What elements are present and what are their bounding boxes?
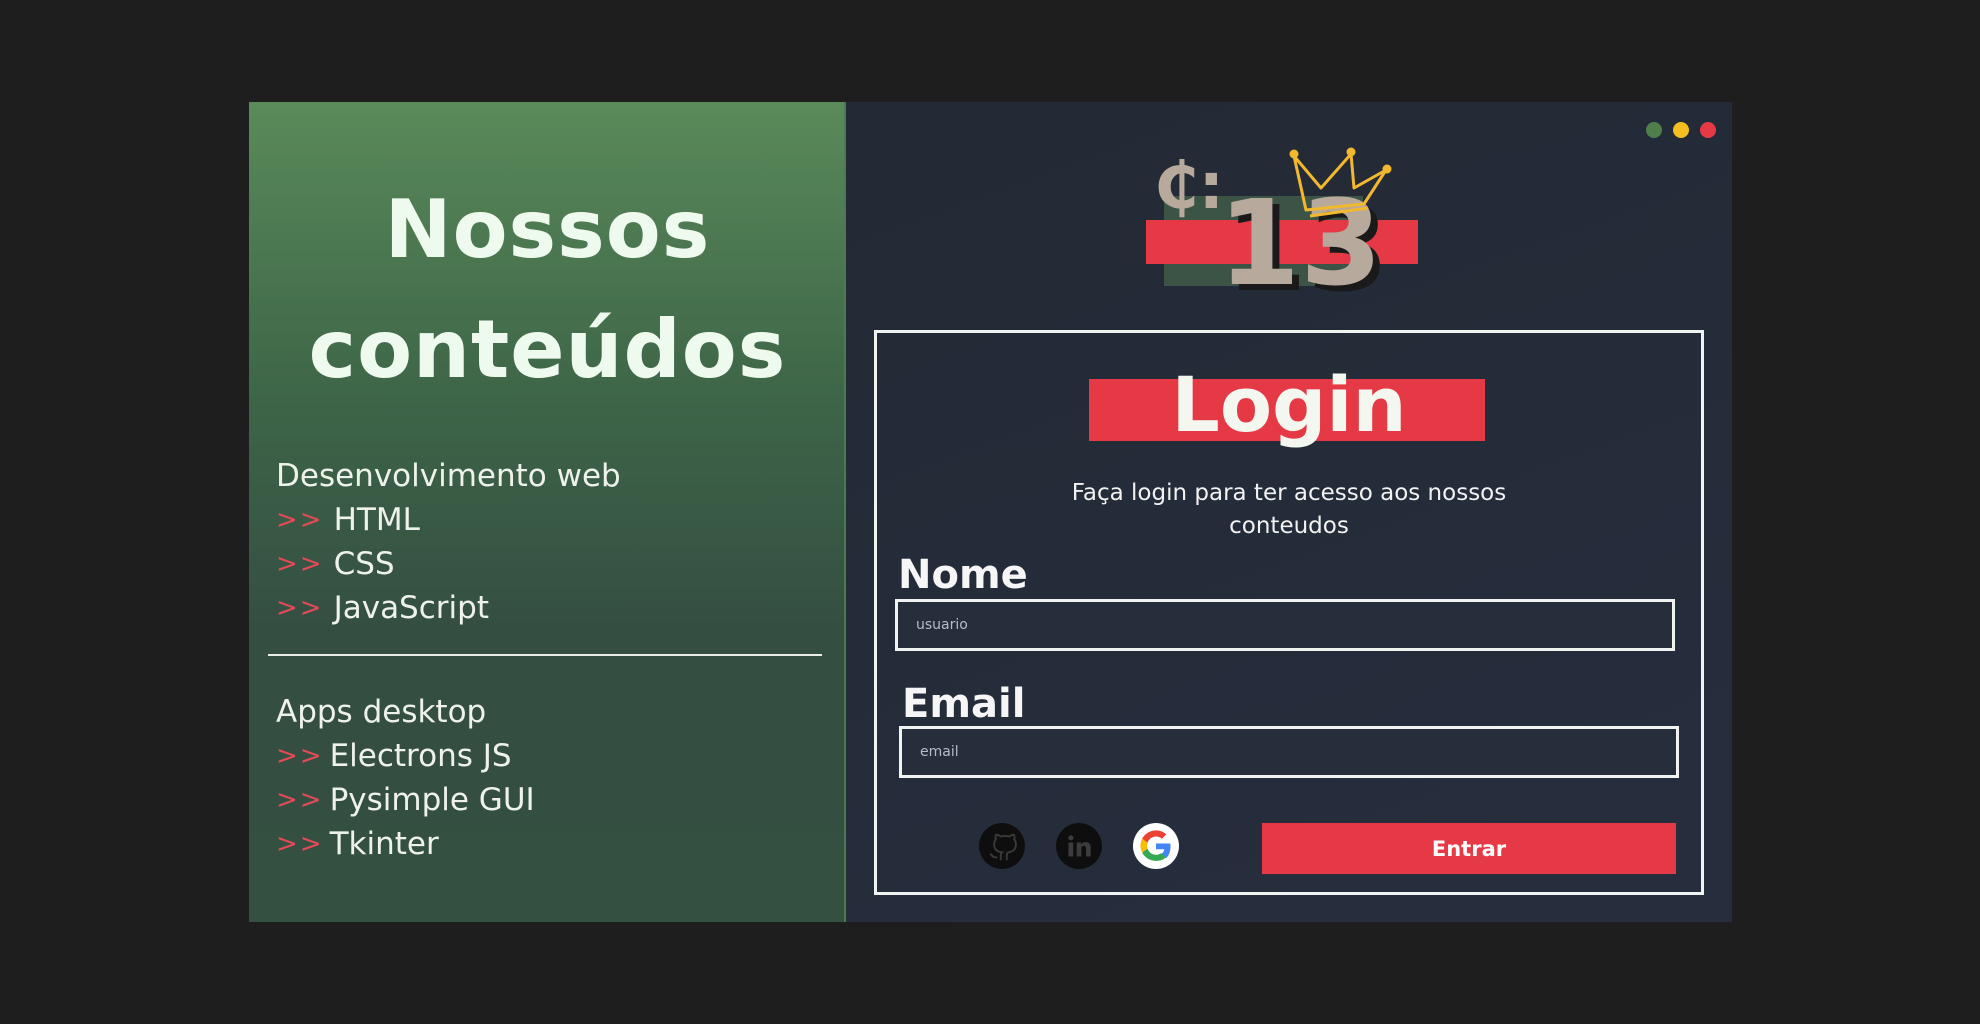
login-title: Login <box>1171 360 1407 449</box>
email-label: Email <box>902 681 1026 727</box>
contents-panel: Nossos conteúdos Desenvolvimento web >> … <box>249 102 846 922</box>
list-item-label: Electrons JS <box>329 738 512 774</box>
list-item: >> HTML <box>276 498 621 542</box>
double-chevron-icon: >> <box>276 741 324 771</box>
double-chevron-icon: >> <box>276 829 324 859</box>
double-chevron-icon: >> <box>276 785 324 815</box>
login-subtitle: Faça login para ter acesso aos nossos co… <box>1071 480 1507 539</box>
contents-title-line2: conteúdos <box>308 303 787 396</box>
list-item-label: Pysimple GUI <box>329 782 535 818</box>
group-title: Desenvolvimento web <box>276 458 621 494</box>
submit-button[interactable]: Entrar <box>1262 823 1676 874</box>
window-controls <box>1646 122 1716 138</box>
linkedin-icon[interactable] <box>1056 823 1102 869</box>
contents-title-line1: Nossos <box>384 183 711 276</box>
logo-symbol: ₵: <box>1154 150 1224 224</box>
close-button[interactable] <box>1700 122 1716 138</box>
desktop-apps-group: Apps desktop >> Electrons JS >> Pysimple… <box>276 690 535 866</box>
google-icon[interactable] <box>1133 823 1179 869</box>
list-item-label: CSS <box>333 546 395 582</box>
name-label: Nome <box>898 552 1028 598</box>
list-item-label: JavaScript <box>333 590 489 626</box>
name-input[interactable] <box>895 599 1675 651</box>
section-divider <box>268 654 822 656</box>
contents-title: Nossos conteúdos <box>249 170 846 410</box>
login-form: Login Faça login para ter acesso aos nos… <box>874 330 1704 895</box>
maximize-button[interactable] <box>1673 122 1689 138</box>
github-icon[interactable] <box>979 823 1025 869</box>
list-item: >> CSS <box>276 542 621 586</box>
logo-number: 13 <box>1218 174 1382 302</box>
list-item-label: HTML <box>333 502 420 538</box>
brand-logo: ₵: 13 13 <box>1146 147 1418 302</box>
minimize-button[interactable] <box>1646 122 1662 138</box>
list-item: >> Electrons JS <box>276 734 535 778</box>
double-chevron-icon: >> <box>276 505 324 535</box>
list-item: >> Tkinter <box>276 822 535 866</box>
web-development-group: Desenvolvimento web >> HTML >> CSS >> Ja… <box>276 454 621 630</box>
list-item: >> JavaScript <box>276 586 621 630</box>
double-chevron-icon: >> <box>276 593 324 623</box>
app-window: Nossos conteúdos Desenvolvimento web >> … <box>249 102 1732 922</box>
double-chevron-icon: >> <box>276 549 324 579</box>
group-title: Apps desktop <box>276 694 487 730</box>
list-item-label: Tkinter <box>329 826 439 862</box>
list-item: >> Pysimple GUI <box>276 778 535 822</box>
login-panel: ₵: 13 13 Login Faça login para ter acess… <box>846 102 1732 922</box>
email-input[interactable] <box>899 726 1679 778</box>
